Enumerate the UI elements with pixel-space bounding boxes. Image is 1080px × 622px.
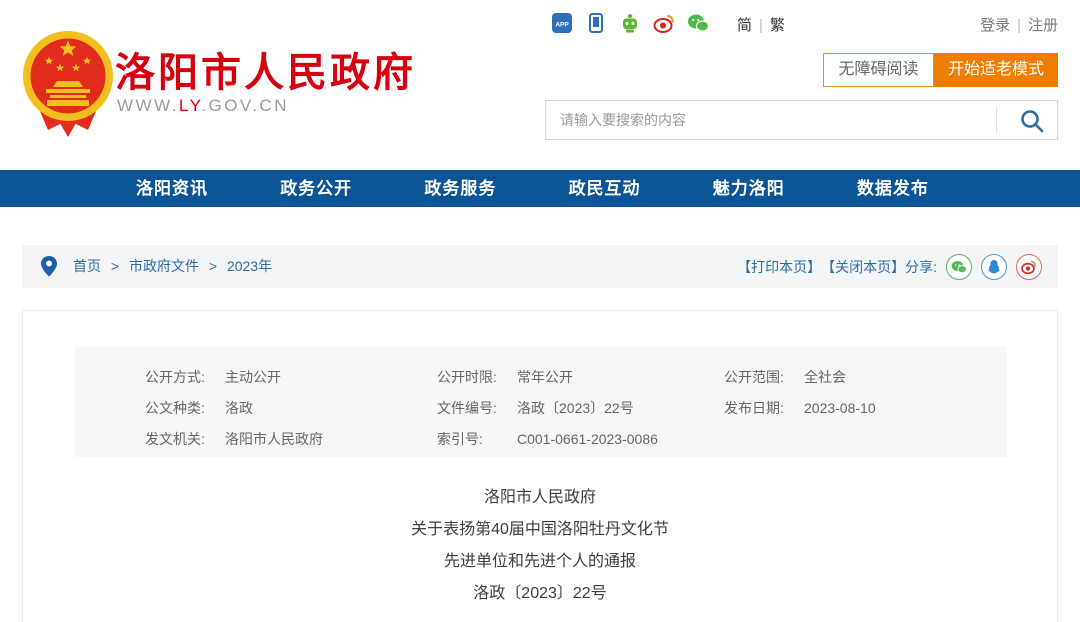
page: 洛阳市人民政府 WWW.LY.GOV.CN APP 简 | 繁 登录 | 注册 <box>0 0 1080 622</box>
meta-publish-date: 发布日期:2023-08-10 <box>724 398 1007 418</box>
search-divider <box>996 107 997 133</box>
document-title-line-2: 关于表扬第40届中国洛阳牡丹文化节 <box>23 514 1057 546</box>
auth-links: 登录 | 注册 <box>980 14 1058 35</box>
nav-item-luoyang-news[interactable]: 洛阳资讯 <box>136 170 208 207</box>
document-title: 洛阳市人民政府 关于表扬第40届中国洛阳牡丹文化节 先进单位和先进个人的通报 洛… <box>23 482 1057 610</box>
share-label: 分享: <box>905 257 937 277</box>
close-page-button[interactable]: 【关闭本页】 <box>821 257 905 277</box>
meta-publish-period: 公开时限:常年公开 <box>437 367 724 387</box>
breadcrumb-separator: > <box>111 258 119 274</box>
meta-publish-method: 公开方式:主动公开 <box>145 367 437 387</box>
print-page-button[interactable]: 【打印本页】 <box>737 257 821 277</box>
location-pin-icon <box>41 256 57 277</box>
breadcrumb: 首页 > 市政府文件 > 2023年 <box>73 245 272 288</box>
robot-icon[interactable] <box>619 13 641 33</box>
language-switch: 简 | 繁 <box>737 14 785 35</box>
app-download-icon[interactable]: APP <box>551 13 573 33</box>
login-link[interactable]: 登录 <box>980 17 1010 34</box>
document-meta-table: 公开方式:主动公开 公开时限:常年公开 公开范围:全社会 公文种类:洛政 文件编… <box>75 347 1007 457</box>
search-input[interactable] <box>546 101 986 139</box>
search-box <box>545 100 1058 140</box>
nav-item-charming-luoyang[interactable]: 魅力洛阳 <box>713 170 785 207</box>
svg-text:APP: APP <box>555 22 569 29</box>
nav-item-public-interaction[interactable]: 政民互动 <box>569 170 641 207</box>
wechat-icon[interactable] <box>687 13 709 33</box>
auth-divider: | <box>1017 17 1021 34</box>
page-tools: 【打印本页】 【关闭本页】 分享: <box>737 245 1042 288</box>
breadcrumb-city-docs[interactable]: 市政府文件 <box>129 258 199 274</box>
nav-item-gov-services[interactable]: 政务服务 <box>424 170 496 207</box>
meta-doc-number: 文件编号:洛政〔2023〕22号 <box>437 398 724 418</box>
lang-simplified[interactable]: 简 <box>737 17 752 34</box>
meta-issuing-agency: 发文机关:洛阳市人民政府 <box>145 429 437 449</box>
wechat-share-icon[interactable] <box>946 254 972 280</box>
document-title-line-4: 洛政〔2023〕22号 <box>23 578 1057 610</box>
elder-mode-button[interactable]: 开始适老模式 <box>934 53 1058 87</box>
document-title-line-3: 先进单位和先进个人的通报 <box>23 546 1057 578</box>
breadcrumb-separator: > <box>209 258 217 274</box>
nav-item-gov-disclosure[interactable]: 政务公开 <box>280 170 352 207</box>
document-title-line-1: 洛阳市人民政府 <box>23 482 1057 514</box>
meta-doc-type: 公文种类:洛政 <box>145 398 437 418</box>
breadcrumb-home[interactable]: 首页 <box>73 258 101 274</box>
accessibility-reading-button[interactable]: 无障碍阅读 <box>823 53 934 87</box>
main-nav: 洛阳资讯 政务公开 政务服务 政民互动 魅力洛阳 数据发布 <box>0 170 1080 207</box>
topbar: APP <box>551 12 721 34</box>
qq-share-icon[interactable] <box>981 254 1007 280</box>
nav-item-data-release[interactable]: 数据发布 <box>857 170 929 207</box>
site-title[interactable]: 洛阳市人民政府 <box>115 40 416 98</box>
lang-traditional[interactable]: 繁 <box>770 17 785 34</box>
national-emblem-logo[interactable] <box>18 26 118 138</box>
lang-divider: | <box>759 17 763 34</box>
register-link[interactable]: 注册 <box>1028 17 1058 34</box>
search-icon[interactable] <box>1019 108 1045 134</box>
meta-empty-cell <box>724 429 1007 449</box>
meta-publish-scope: 公开范围:全社会 <box>724 367 1007 387</box>
breadcrumb-year-2023[interactable]: 2023年 <box>227 258 272 274</box>
weibo-share-icon[interactable] <box>1016 254 1042 280</box>
weibo-icon[interactable] <box>653 13 675 33</box>
document-card: 公开方式:主动公开 公开时限:常年公开 公开范围:全社会 公文种类:洛政 文件编… <box>22 310 1058 622</box>
breadcrumb-bar: 首页 > 市政府文件 > 2023年 【打印本页】 【关闭本页】 分享: <box>22 245 1058 288</box>
meta-index-number: 索引号:C001-0661-2023-0086 <box>437 429 724 449</box>
mobile-icon[interactable] <box>585 13 607 33</box>
site-url: WWW.LY.GOV.CN <box>117 96 289 116</box>
